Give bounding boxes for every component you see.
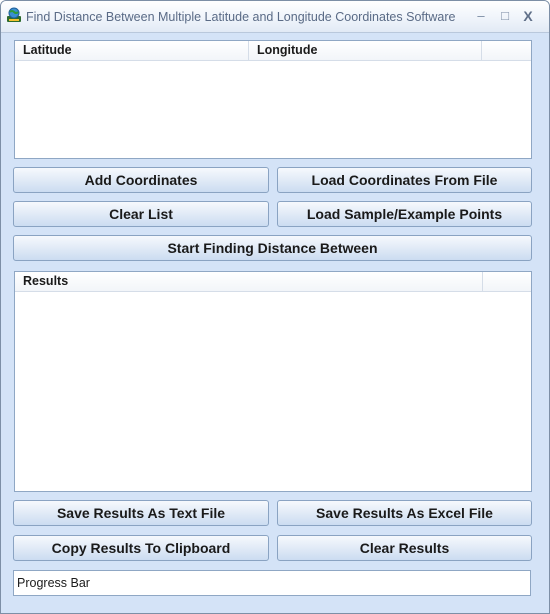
column-header-latitude[interactable]: Latitude <box>15 41 249 60</box>
maximize-button[interactable]: □ <box>495 7 515 25</box>
load-coordinates-from-file-button[interactable]: Load Coordinates From File <box>277 167 532 193</box>
column-header-results[interactable]: Results <box>15 272 483 291</box>
clear-list-button[interactable]: Clear List <box>13 201 269 227</box>
progress-bar: Progress Bar <box>13 570 531 596</box>
coordinates-listview[interactable]: Latitude Longitude <box>14 40 532 159</box>
title-bar[interactable]: Find Distance Between Multiple Latitude … <box>1 1 549 33</box>
copy-results-clipboard-button[interactable]: Copy Results To Clipboard <box>13 535 269 561</box>
close-button[interactable]: X <box>518 7 538 25</box>
add-coordinates-button[interactable]: Add Coordinates <box>13 167 269 193</box>
window-title: Find Distance Between Multiple Latitude … <box>26 10 456 24</box>
clear-results-button[interactable]: Clear Results <box>277 535 532 561</box>
results-listview[interactable]: Results <box>14 271 532 492</box>
globe-app-icon <box>6 7 22 23</box>
minimize-button[interactable]: – <box>471 7 491 25</box>
save-results-text-button[interactable]: Save Results As Text File <box>13 500 269 526</box>
column-header-longitude[interactable]: Longitude <box>249 41 482 60</box>
save-results-excel-button[interactable]: Save Results As Excel File <box>277 500 532 526</box>
load-sample-points-button[interactable]: Load Sample/Example Points <box>277 201 532 227</box>
progress-bar-label: Progress Bar <box>17 576 90 590</box>
results-header: Results <box>15 272 531 292</box>
app-window: Find Distance Between Multiple Latitude … <box>0 0 550 614</box>
coordinates-header: Latitude Longitude <box>15 41 531 61</box>
start-finding-distance-button[interactable]: Start Finding Distance Between <box>13 235 532 261</box>
